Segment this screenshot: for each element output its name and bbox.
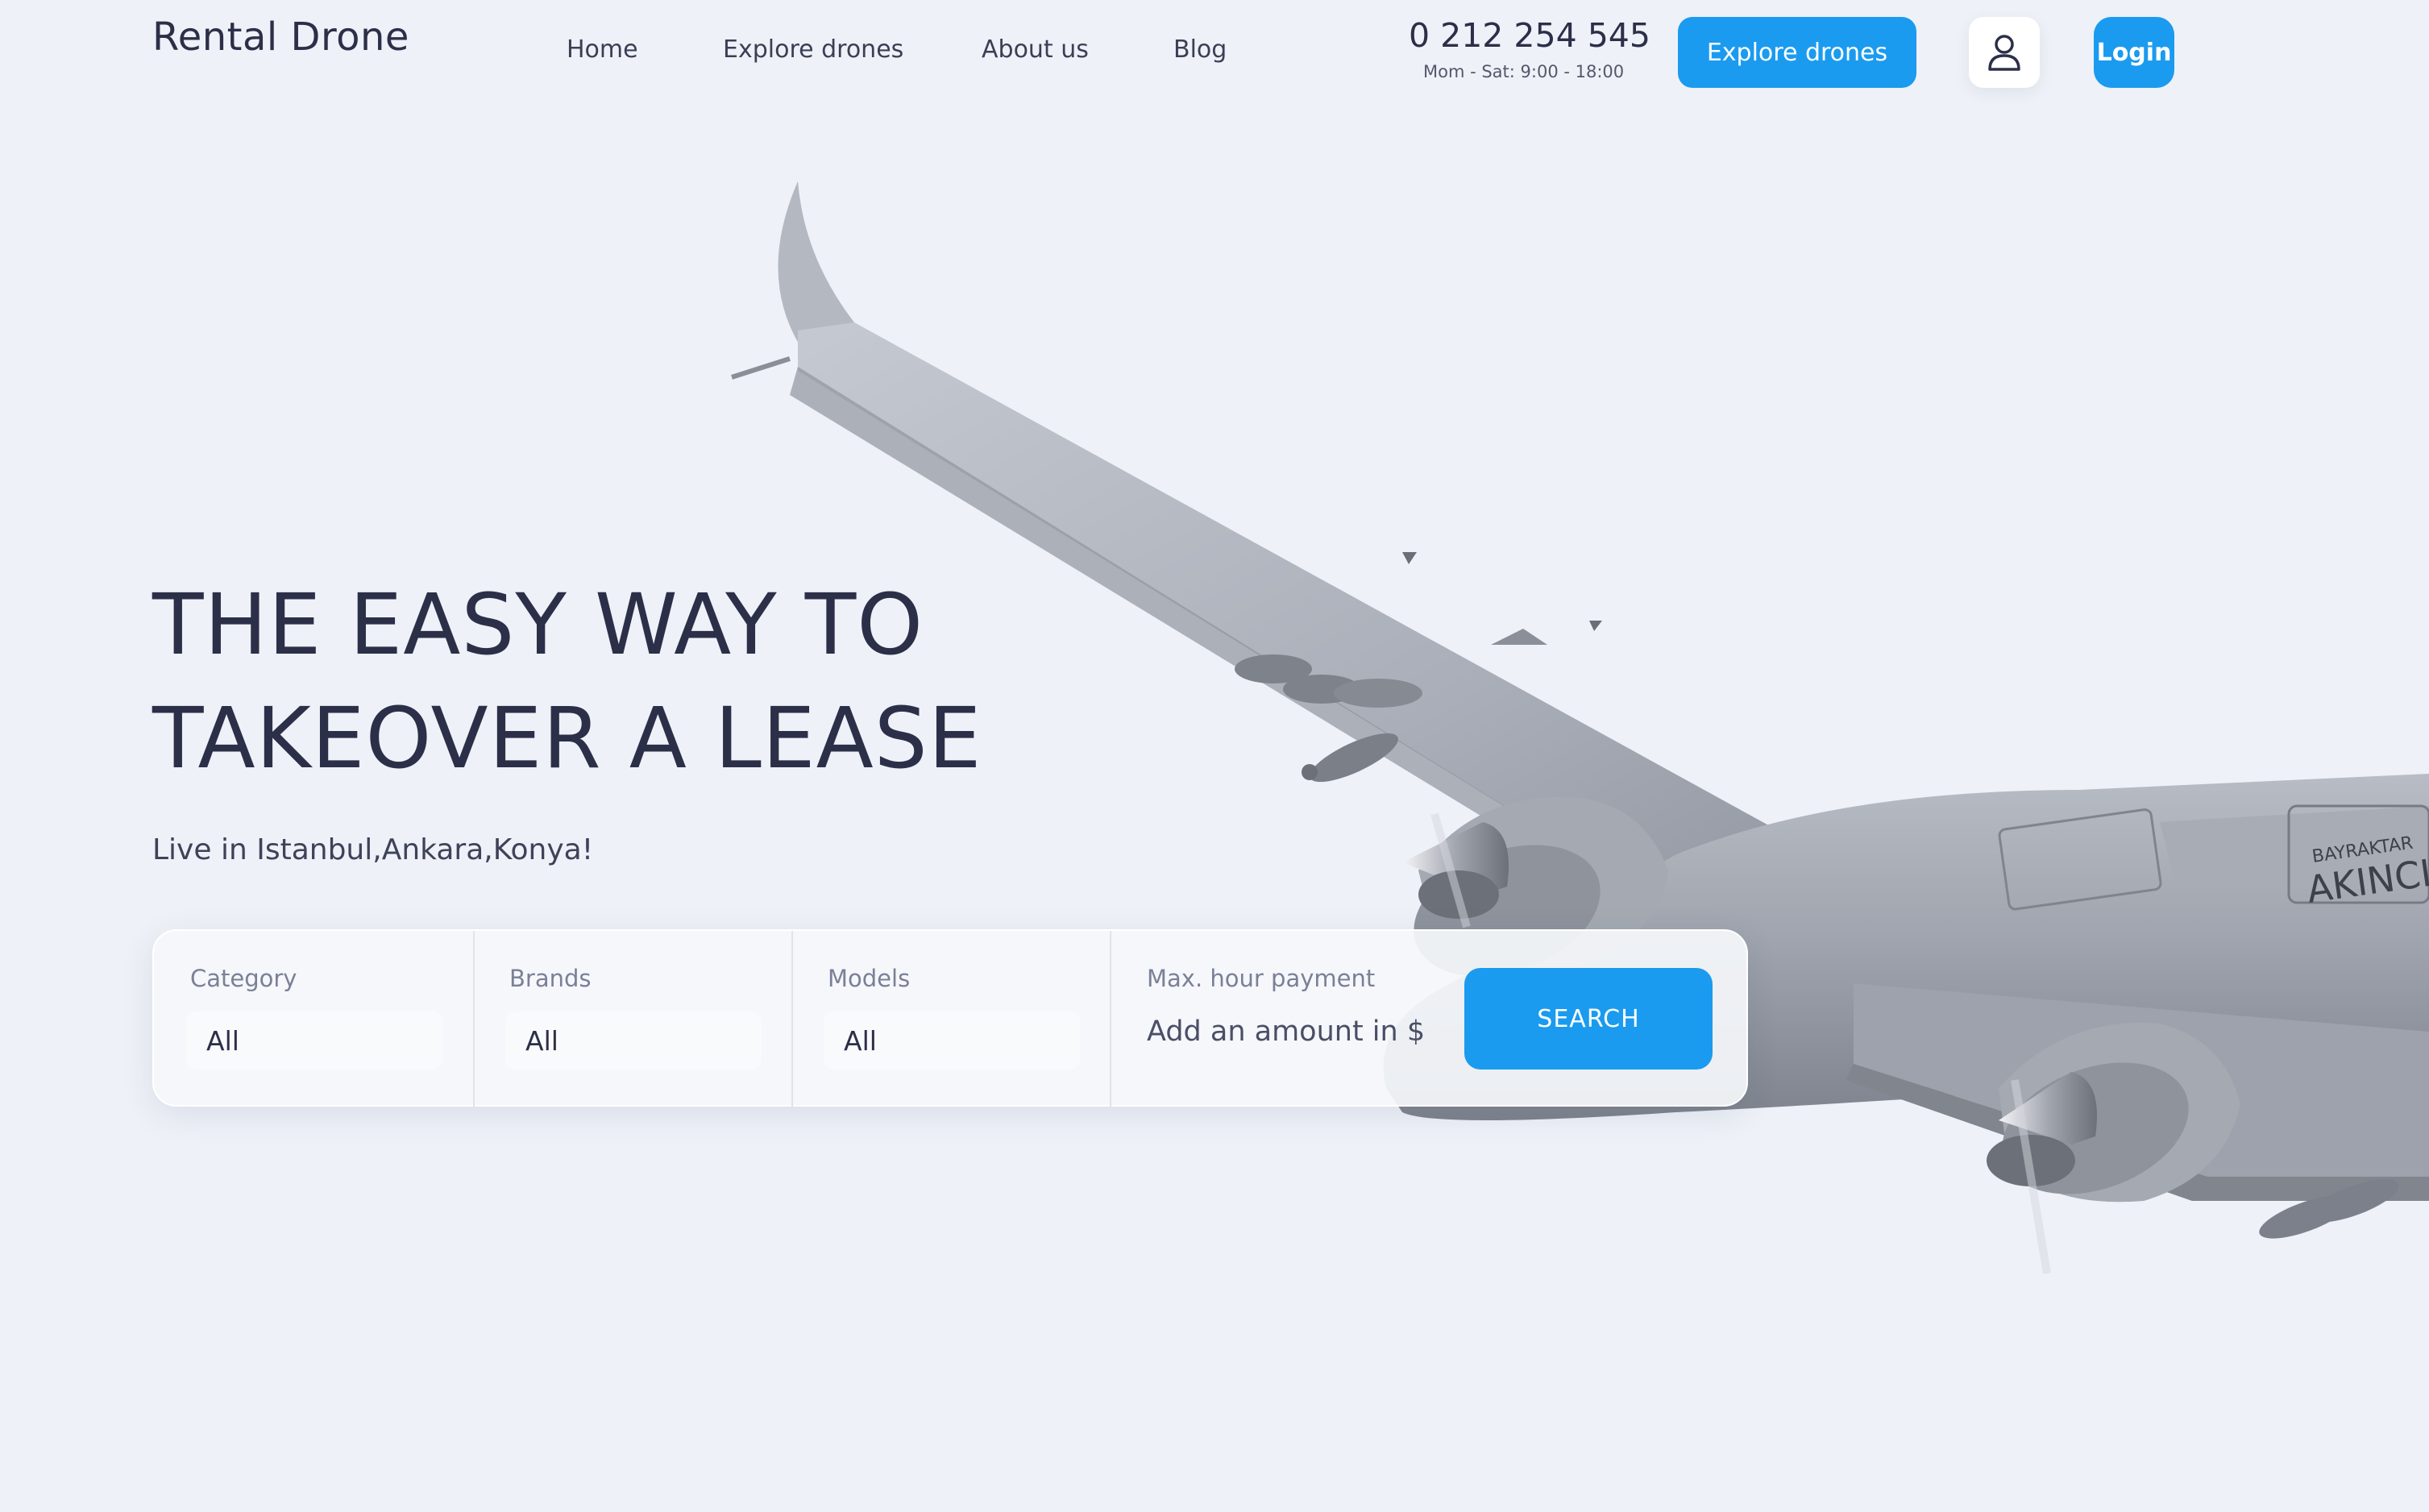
category-label: Category	[190, 965, 297, 992]
hero-title-line2: TAKEOVER A LEASE	[152, 689, 982, 787]
user-button[interactable]	[1969, 17, 2040, 88]
search-panel: Category All Brands All Models All Max. …	[152, 929, 1748, 1108]
category-field[interactable]: Category All	[154, 931, 473, 1108]
max-payment-input[interactable]: Add an amount in $	[1147, 1016, 1425, 1048]
models-label: Models	[828, 965, 911, 992]
category-select[interactable]: All	[186, 1011, 442, 1070]
hero-title-line1: THE EASY WAY TO	[152, 575, 924, 674]
user-icon	[1988, 35, 2020, 71]
nav-home[interactable]: Home	[567, 35, 638, 64]
divider	[1110, 931, 1111, 1108]
nav-explore-drones[interactable]: Explore drones	[723, 35, 903, 64]
hero-subtitle: Live in Istanbul,Ankara,Konya!	[152, 833, 594, 866]
search-button[interactable]: SEARCH	[1464, 968, 1713, 1070]
phone-number: 0 212 254 545	[1409, 16, 1650, 55]
login-button[interactable]: Login	[2094, 17, 2174, 88]
nav-about-us[interactable]: About us	[982, 35, 1089, 64]
max-payment-label: Max. hour payment	[1147, 965, 1376, 992]
brands-select[interactable]: All	[505, 1011, 762, 1070]
hero-title: THE EASY WAY TO TAKEOVER A LEASE	[152, 568, 1200, 795]
brands-label: Brands	[509, 965, 592, 992]
page: Rental Drone Home Explore drones About u…	[0, 0, 2429, 1512]
models-select[interactable]: All	[824, 1011, 1080, 1070]
nav-blog[interactable]: Blog	[1173, 35, 1227, 64]
opening-hours: Mom - Sat: 9:00 - 18:00	[1423, 62, 1625, 81]
logo[interactable]: Rental Drone	[152, 15, 409, 60]
models-field[interactable]: Models All	[791, 931, 1110, 1108]
brands-field[interactable]: Brands All	[473, 931, 791, 1108]
explore-drones-button[interactable]: Explore drones	[1678, 17, 1916, 88]
